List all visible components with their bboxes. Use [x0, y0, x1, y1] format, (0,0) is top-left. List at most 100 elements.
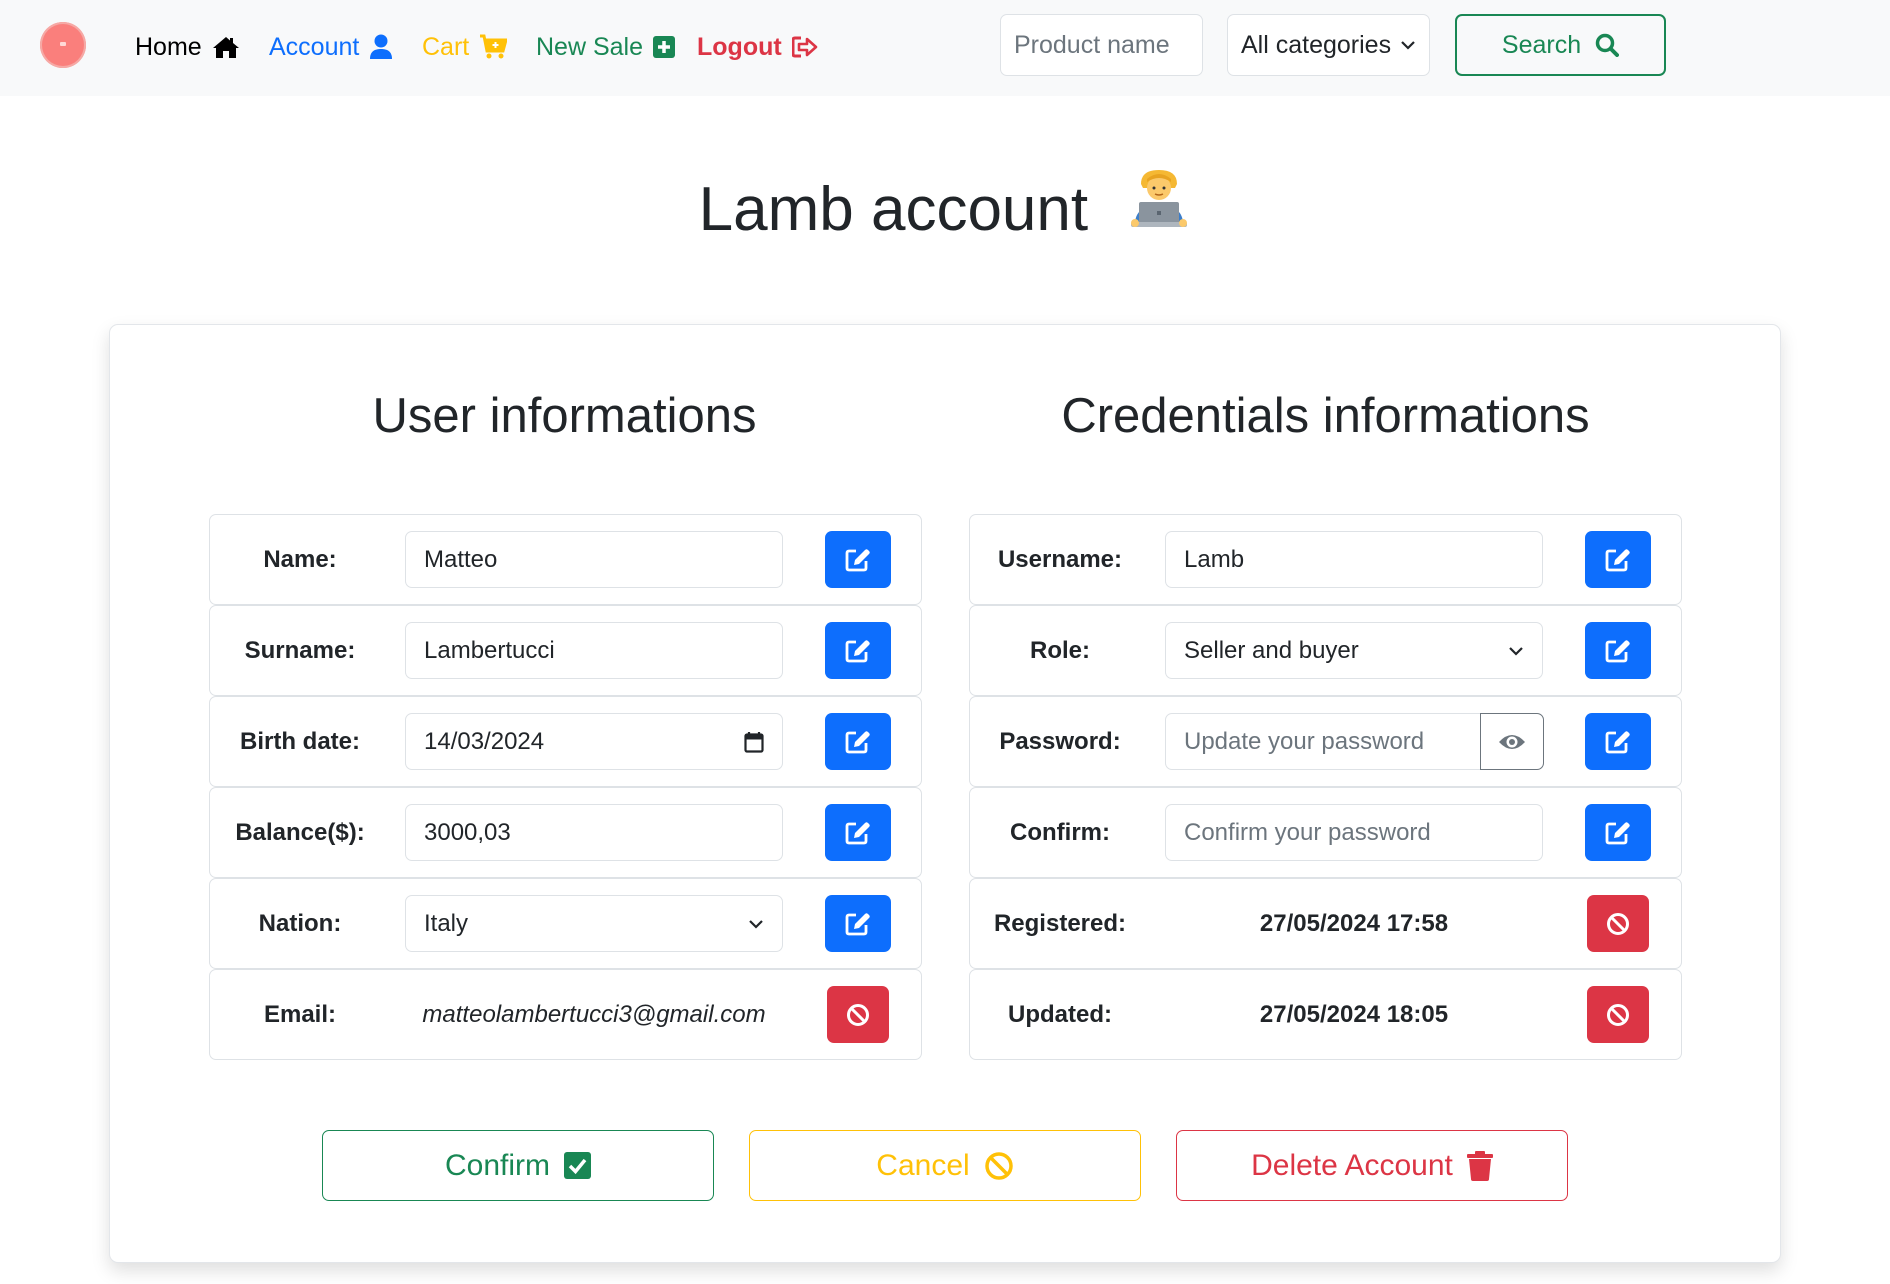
search-button[interactable]: Search	[1455, 14, 1666, 76]
registered-locked-button[interactable]	[1587, 895, 1649, 952]
updated-label: Updated:	[1008, 1000, 1112, 1028]
password-input-placeholder: Update your password	[1184, 727, 1425, 755]
confirm-button[interactable]: Confirm	[322, 1130, 714, 1201]
email-label: Email:	[263, 1000, 337, 1028]
role-select-value: Seller and buyer	[1184, 636, 1359, 664]
nav-new-sale-label: New Sale	[536, 32, 643, 61]
nav-account-link[interactable]: Account	[269, 30, 393, 64]
role-select[interactable]: Seller and buyer	[1165, 622, 1543, 679]
plus-square-icon	[653, 36, 675, 58]
password-input[interactable]: Update your password	[1165, 713, 1481, 770]
toggle-password-visibility-button[interactable]	[1480, 713, 1544, 770]
surname-label: Surname:	[244, 636, 356, 664]
name-input[interactable]: Matteo	[405, 531, 783, 588]
nation-select-value: Italy	[424, 909, 469, 937]
nav-cart-link[interactable]: Cart	[422, 30, 508, 64]
nation-label: Nation:	[258, 909, 342, 937]
surname-input-value: Lambertucci	[424, 636, 555, 664]
category-select[interactable]: All categories	[1227, 14, 1430, 76]
registered-value: 27/05/2024 17:58	[1259, 909, 1449, 937]
name-row: Name: Matteo	[209, 514, 922, 605]
nav-home-link[interactable]: Home	[135, 30, 240, 64]
edit-surname-button[interactable]	[825, 622, 891, 679]
chevron-down-icon	[1509, 646, 1523, 656]
confirm-password-label: Confirm:	[1010, 818, 1110, 846]
calendar-icon[interactable]	[744, 731, 764, 753]
birth-date-row: Birth date: 14/03/2024	[209, 696, 922, 787]
confirm-password-input[interactable]: Confirm your password	[1165, 804, 1543, 861]
site-logo[interactable]	[40, 22, 86, 68]
delete-account-button[interactable]: Delete Account	[1176, 1130, 1568, 1201]
cancel-button[interactable]: Cancel	[749, 1130, 1141, 1201]
nav-logout-link[interactable]: Logout	[697, 30, 818, 64]
name-label: Name:	[263, 545, 337, 573]
nav-account-label: Account	[269, 32, 360, 61]
user-section-title: User informations	[372, 389, 757, 443]
eye-icon	[1499, 734, 1525, 749]
balance-label: Balance($):	[235, 818, 365, 846]
logout-icon	[791, 36, 817, 58]
registered-row: Registered: 27/05/2024 17:58	[969, 878, 1682, 969]
edit-role-button[interactable]	[1585, 622, 1651, 679]
updated-row: Updated: 27/05/2024 18:05	[969, 969, 1682, 1060]
balance-input-value: 3000,03	[424, 818, 511, 846]
cancel-button-label: Cancel	[876, 1148, 970, 1182]
birth-date-input[interactable]: 14/03/2024	[405, 713, 783, 770]
ban-icon	[984, 1151, 1013, 1180]
updated-locked-button[interactable]	[1587, 986, 1649, 1043]
delete-account-button-label: Delete Account	[1251, 1148, 1453, 1182]
password-label: Password:	[999, 727, 1121, 755]
nation-select[interactable]: Italy	[405, 895, 783, 952]
name-input-value: Matteo	[424, 545, 498, 573]
email-value: matteolambertucci3@gmail.com	[422, 1000, 766, 1028]
search-icon	[1595, 33, 1620, 57]
nav-new-sale-link[interactable]: New Sale	[536, 30, 675, 64]
page-title-text: Lamb account	[698, 175, 1089, 244]
product-search-input[interactable]	[1000, 14, 1203, 76]
balance-input[interactable]: 3000,03	[405, 804, 783, 861]
pen-to-square-icon	[845, 912, 870, 935]
edit-birth-date-button[interactable]	[825, 713, 891, 770]
confirm-password-placeholder: Confirm your password	[1184, 818, 1431, 846]
surname-input[interactable]: Lambertucci	[405, 622, 783, 679]
check-square-icon	[564, 1152, 591, 1179]
page-title: Lamb account	[0, 169, 1890, 250]
edit-confirm-password-button[interactable]	[1585, 804, 1651, 861]
registered-label: Registered:	[993, 909, 1127, 937]
pen-to-square-icon	[1605, 639, 1630, 662]
pen-to-square-icon	[1605, 730, 1630, 753]
username-label: Username:	[997, 545, 1123, 573]
nav-home-label: Home	[135, 32, 202, 61]
ban-icon	[1607, 912, 1629, 935]
pen-to-square-icon	[845, 821, 870, 844]
username-row: Username: Lamb	[969, 514, 1682, 605]
pen-to-square-icon	[1605, 548, 1630, 571]
home-icon	[212, 37, 239, 58]
updated-value: 27/05/2024 18:05	[1259, 1000, 1449, 1028]
edit-password-button[interactable]	[1585, 713, 1651, 770]
username-input[interactable]: Lamb	[1165, 531, 1543, 588]
user-icon	[370, 34, 393, 59]
edit-username-button[interactable]	[1585, 531, 1651, 588]
username-input-value: Lamb	[1184, 545, 1245, 573]
category-select-value: All categories	[1241, 30, 1392, 59]
surname-row: Surname: Lambertucci	[209, 605, 922, 696]
birth-date-label: Birth date:	[240, 727, 360, 755]
nav-cart-label: Cart	[422, 32, 470, 61]
nation-row: Nation: Italy	[209, 878, 922, 969]
pen-to-square-icon	[845, 639, 870, 662]
ban-icon	[847, 1003, 869, 1026]
role-row: Role: Seller and buyer	[969, 605, 1682, 696]
technologist-emoji	[1127, 166, 1191, 250]
edit-nation-button[interactable]	[825, 895, 891, 952]
edit-name-button[interactable]	[825, 531, 891, 588]
chevron-down-icon	[1401, 41, 1415, 50]
email-row: Email: matteolambertucci3@gmail.com	[209, 969, 922, 1060]
ban-icon	[1607, 1003, 1629, 1026]
trash-icon	[1466, 1150, 1493, 1181]
edit-balance-button[interactable]	[825, 804, 891, 861]
cart-plus-icon	[480, 34, 508, 59]
pen-to-square-icon	[845, 730, 870, 753]
confirm-button-label: Confirm	[444, 1148, 550, 1182]
email-locked-button[interactable]	[827, 986, 889, 1043]
